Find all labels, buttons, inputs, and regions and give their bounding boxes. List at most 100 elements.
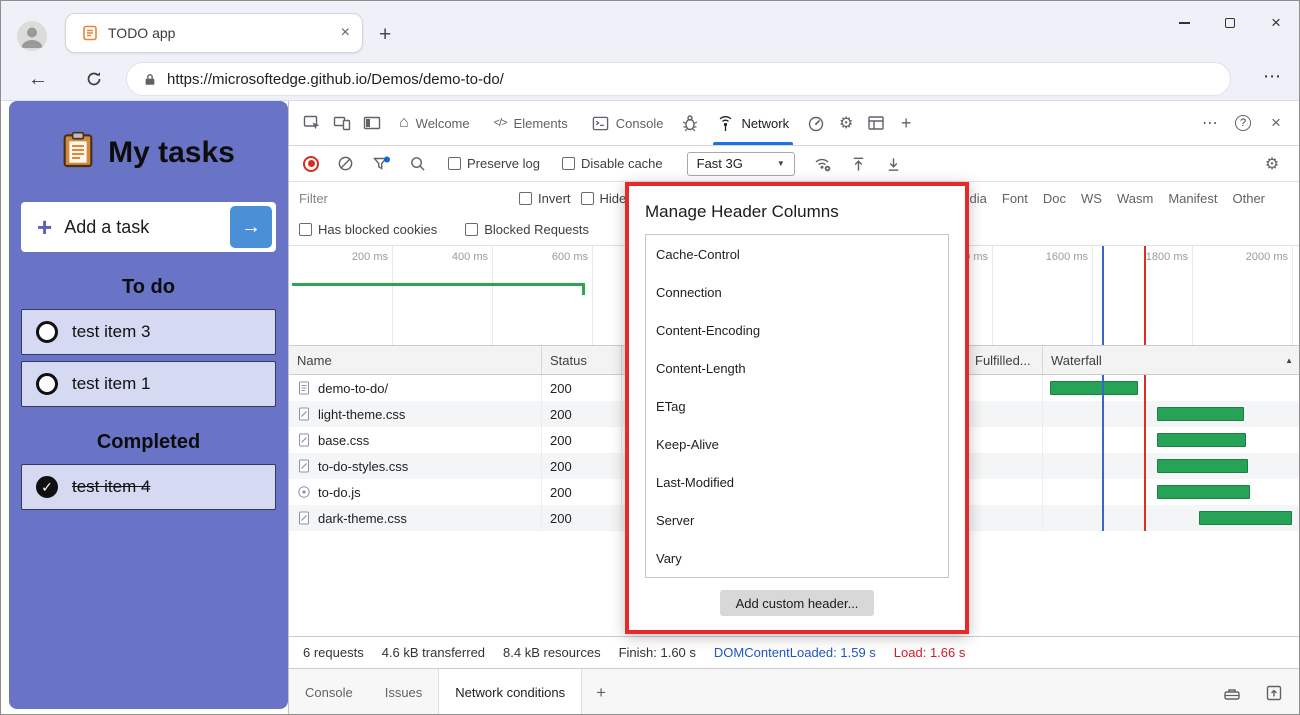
tab-close-icon[interactable]: × xyxy=(341,24,350,42)
add-task-button[interactable]: + Add a task → xyxy=(21,202,276,252)
page-content: My tasks + Add a task → To do test item … xyxy=(1,101,1299,714)
overview-progress-line xyxy=(292,283,584,286)
tab-welcome[interactable]: ⌂ Welcome xyxy=(389,101,480,145)
finish-time: Finish: 1.60 s xyxy=(619,645,696,660)
todo-header: My tasks xyxy=(9,131,288,174)
stylesheet-icon xyxy=(297,407,311,421)
add-panel-button[interactable]: + xyxy=(893,110,919,136)
column-header-waterfall[interactable]: Waterfall ▲ xyxy=(1043,346,1300,374)
checkbox-icon xyxy=(465,223,478,236)
filter-font[interactable]: Font xyxy=(1002,191,1028,206)
record-button[interactable] xyxy=(303,156,319,172)
checkbox-icon xyxy=(299,223,312,236)
devtools-close-icon[interactable]: × xyxy=(1263,110,1289,136)
has-blocked-cookies-checkbox[interactable]: Has blocked cookies xyxy=(299,222,437,237)
preserve-log-label: Preserve log xyxy=(467,156,540,171)
invert-checkbox[interactable]: Invert xyxy=(519,191,571,206)
waterfall-bar xyxy=(1199,511,1292,525)
window-maximize-button[interactable] xyxy=(1207,1,1253,45)
filter-input[interactable] xyxy=(299,191,469,206)
header-column-option[interactable]: Last-Modified xyxy=(646,463,948,501)
load-time: Load: 1.66 s xyxy=(894,645,966,660)
column-header-name[interactable]: Name xyxy=(289,346,542,374)
window-close-button[interactable]: × xyxy=(1253,1,1299,45)
browser-menu-icon[interactable]: ⋯ xyxy=(1263,66,1281,87)
header-column-option[interactable]: Content-Encoding xyxy=(646,311,948,349)
network-conditions-icon[interactable] xyxy=(813,155,832,173)
filter-funnel-icon[interactable] xyxy=(372,155,391,173)
task-checkbox-checked[interactable]: ✓ xyxy=(36,476,58,498)
inspect-icon[interactable] xyxy=(299,110,325,136)
header-column-option[interactable]: Connection xyxy=(646,273,948,311)
drawer-tab-network-conditions[interactable]: Network conditions xyxy=(438,669,582,715)
browser-tab[interactable]: TODO app × xyxy=(65,13,363,53)
tab-network-label: Network xyxy=(741,116,789,131)
task-checkbox[interactable] xyxy=(36,321,58,343)
resource-type-filters: Media Font Doc WS Wasm Manifest Other xyxy=(951,182,1265,214)
address-bar[interactable]: https://microsoftedge.github.io/Demos/de… xyxy=(126,62,1231,96)
drawer-tab-issues[interactable]: Issues xyxy=(369,669,439,715)
blocked-requests-checkbox[interactable]: Blocked Requests xyxy=(465,222,589,237)
todo-item[interactable]: test item 3 xyxy=(21,309,276,355)
expand-panel-icon[interactable] xyxy=(1261,680,1287,706)
filter-doc[interactable]: Doc xyxy=(1043,191,1066,206)
header-column-option[interactable]: Cache-Control xyxy=(646,235,948,273)
todo-item[interactable]: test item 1 xyxy=(21,361,276,407)
column-header-fulfilled[interactable]: Fulfilled... xyxy=(967,346,1043,374)
filter-wasm[interactable]: Wasm xyxy=(1117,191,1153,206)
tab-elements[interactable]: </> Elements xyxy=(484,101,578,145)
application-icon[interactable] xyxy=(863,110,889,136)
disable-cache-checkbox[interactable]: Disable cache xyxy=(562,156,663,171)
preserve-log-checkbox[interactable]: Preserve log xyxy=(448,156,540,171)
gear-icon[interactable]: ⚙ xyxy=(833,110,859,136)
checkbox-icon xyxy=(448,157,461,170)
help-icon[interactable]: ? xyxy=(1235,115,1251,131)
header-column-option[interactable]: ETag xyxy=(646,387,948,425)
device-toolbar-icon[interactable] xyxy=(329,110,355,136)
filter-other[interactable]: Other xyxy=(1232,191,1265,206)
waterfall-bar xyxy=(1157,485,1250,499)
performance-icon[interactable] xyxy=(803,110,829,136)
back-button[interactable]: ← xyxy=(23,64,53,94)
column-header-status[interactable]: Status xyxy=(542,346,622,374)
overview-progress-end xyxy=(582,283,585,295)
activity-bar-icon[interactable] xyxy=(359,110,385,136)
todo-item-completed[interactable]: ✓ test item 4 xyxy=(21,464,276,510)
export-har-icon[interactable] xyxy=(885,155,902,173)
network-settings-gear-icon[interactable]: ⚙ xyxy=(1259,151,1285,177)
devtools-drawer: Console Issues Network conditions + xyxy=(289,668,1300,715)
header-columns-list: Cache-Control Connection Content-Encodin… xyxy=(645,234,949,578)
chevron-down-icon: ▼ xyxy=(777,159,785,168)
drawer-tab-console[interactable]: Console xyxy=(289,669,369,715)
submit-task-button[interactable]: → xyxy=(230,206,272,248)
header-column-option[interactable]: Server xyxy=(646,501,948,539)
search-icon[interactable] xyxy=(409,155,426,172)
clear-icon[interactable] xyxy=(337,155,354,172)
timeline-tick: 1600 ms xyxy=(1046,251,1088,263)
new-tab-button[interactable]: + xyxy=(379,23,391,47)
window-minimize-button[interactable] xyxy=(1161,1,1207,45)
tab-welcome-label: Welcome xyxy=(416,116,470,131)
import-har-icon[interactable] xyxy=(850,155,867,173)
refresh-button[interactable] xyxy=(79,64,109,94)
waterfall-bar xyxy=(1157,459,1248,473)
add-task-label: Add a task xyxy=(64,217,230,238)
header-column-option[interactable]: Content-Length xyxy=(646,349,948,387)
tab-network[interactable]: Network xyxy=(707,101,799,145)
debugger-icon[interactable] xyxy=(677,110,703,136)
add-drawer-tab-button[interactable]: + xyxy=(596,683,606,703)
header-column-option[interactable]: Vary xyxy=(646,539,948,577)
request-name: to-do-styles.css xyxy=(318,459,408,474)
filter-ws[interactable]: WS xyxy=(1081,191,1102,206)
devtools-panel: ⌂ Welcome </> Elements Console xyxy=(288,101,1300,715)
add-custom-header-button[interactable]: Add custom header... xyxy=(720,590,875,616)
toolbox-icon[interactable] xyxy=(1219,680,1245,706)
stylesheet-icon xyxy=(297,433,311,447)
header-column-option[interactable]: Keep-Alive xyxy=(646,425,948,463)
profile-avatar[interactable] xyxy=(17,21,47,51)
throttling-dropdown[interactable]: Fast 3G ▼ xyxy=(687,152,795,176)
task-checkbox[interactable] xyxy=(36,373,58,395)
tab-console[interactable]: Console xyxy=(582,101,674,145)
more-options-icon[interactable]: ⋯ xyxy=(1197,110,1223,136)
filter-manifest[interactable]: Manifest xyxy=(1168,191,1217,206)
